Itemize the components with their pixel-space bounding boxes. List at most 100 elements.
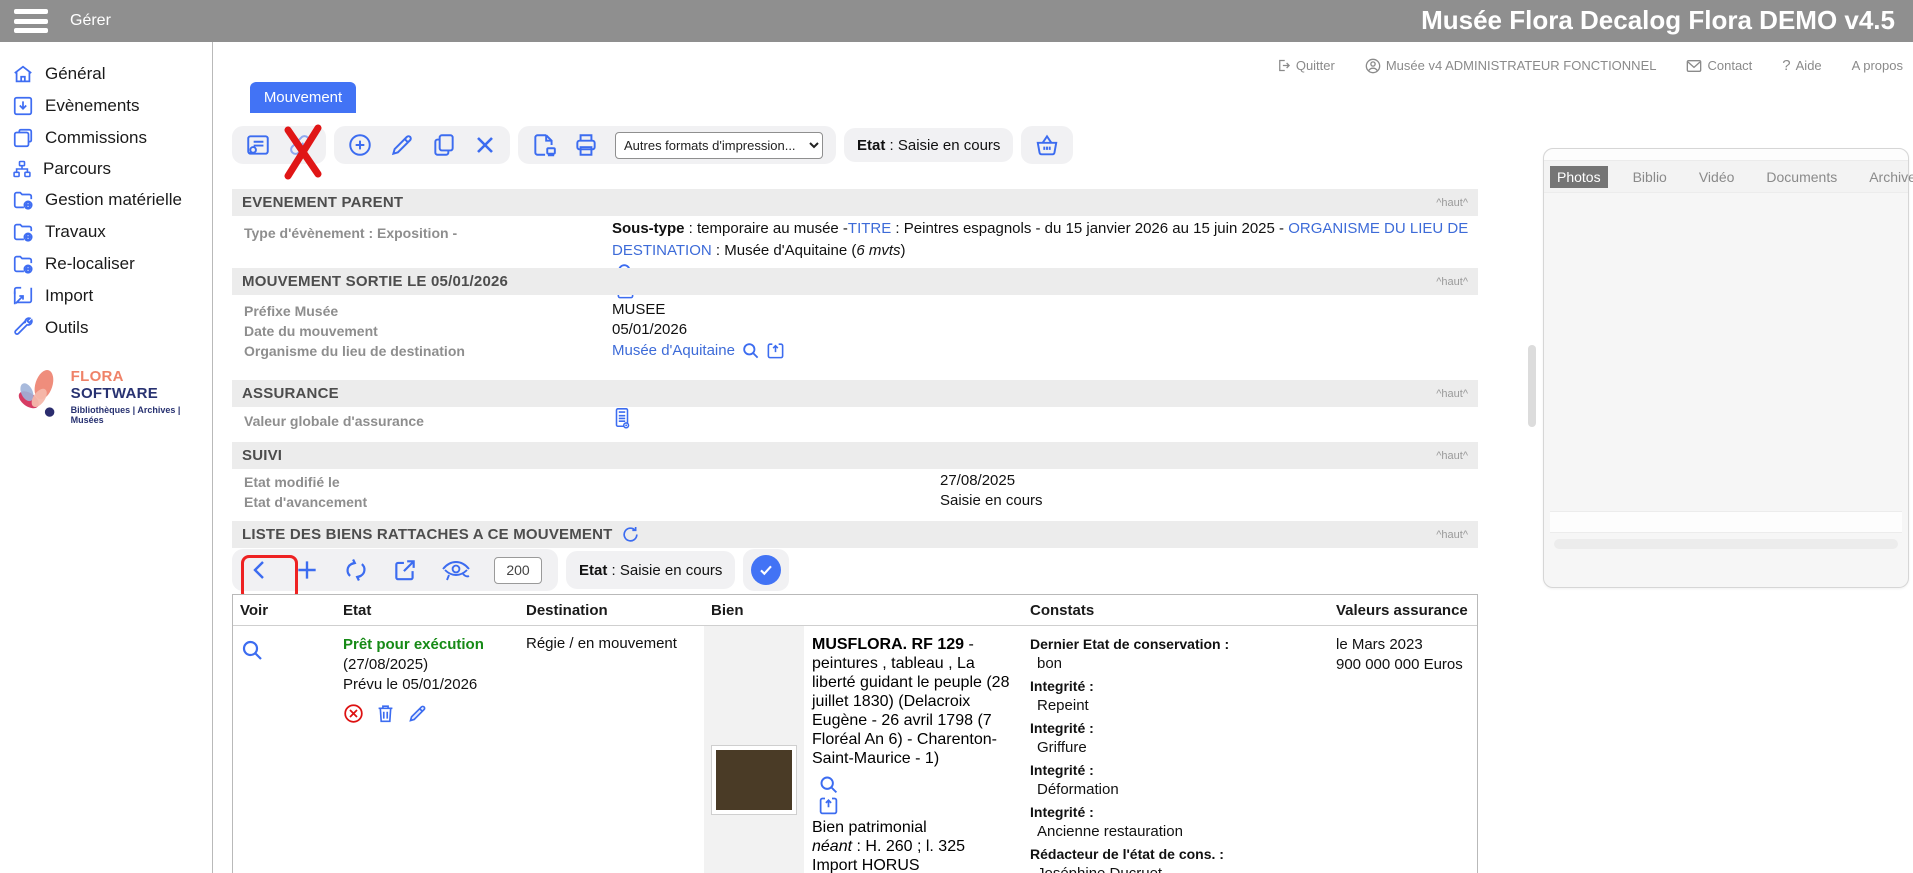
import-icon: [12, 285, 34, 307]
tab-mouvement[interactable]: Mouvement: [250, 82, 356, 113]
sidebar-item-import[interactable]: Import: [0, 280, 212, 312]
musee-aquitaine-link[interactable]: Musée d'Aquitaine: [612, 342, 735, 359]
view-search-icon[interactable]: [240, 638, 264, 662]
sidebar-item-general[interactable]: Général: [0, 58, 212, 90]
table-row: Prêt pour exécution (27/08/2025) Prévu l…: [233, 626, 1477, 873]
date-mouvement-label: Date du mouvement: [244, 323, 378, 339]
folder-globe-icon: [12, 221, 34, 243]
record-toolbar: Autres formats d'impression... Etat : Sa…: [232, 126, 1073, 164]
etat-modifie-label: Etat modifié le: [244, 474, 340, 490]
anchor-haut-link[interactable]: ^haut^: [1436, 450, 1468, 462]
sidebar-item-travaux[interactable]: Travaux: [0, 216, 212, 248]
printer-icon[interactable]: [573, 132, 599, 158]
contact-link[interactable]: Contact: [1686, 58, 1752, 73]
folder-globe-icon: [12, 189, 34, 211]
organisme-destination-label: Organisme du lieu de destination: [244, 343, 465, 359]
media-panel-scrollbar[interactable]: [1554, 539, 1898, 549]
artwork-thumbnail[interactable]: [712, 746, 796, 814]
page-size-input[interactable]: [494, 557, 542, 584]
eye-horus-icon[interactable]: [440, 557, 472, 583]
duplicate-icon[interactable]: [431, 132, 457, 158]
anchor-haut-link[interactable]: ^haut^: [1436, 529, 1468, 541]
edit-pencil-icon[interactable]: [407, 703, 428, 724]
list-etat-chip: Etat : Saisie en cours: [566, 551, 735, 589]
section-mouvement-sortie: MOUVEMENT SORTIE LE 05/01/2026 ^haut^: [232, 268, 1478, 295]
col-bien: Bien: [704, 602, 1023, 619]
tray-down-icon: [12, 95, 34, 117]
refresh-icon[interactable]: [621, 525, 640, 544]
print-document-icon[interactable]: [531, 132, 557, 158]
search-icon[interactable]: [818, 774, 839, 795]
app-title: Musée Flora Decalog Flora DEMO v4.5: [1421, 5, 1895, 36]
tab-archives[interactable]: Archives: [1862, 166, 1913, 188]
tab-documents[interactable]: Documents: [1759, 166, 1844, 188]
anchor-haut-link[interactable]: ^haut^: [1436, 197, 1468, 209]
prefixe-musee-value: MUSEE: [612, 301, 665, 318]
check-icon: [758, 562, 774, 578]
hamburger-menu-icon[interactable]: [14, 9, 48, 33]
section-liste-biens: LISTE DES BIENS RATTACHES A CE MOUVEMENT…: [232, 521, 1478, 548]
search-icon[interactable]: [741, 341, 760, 360]
export-icon[interactable]: [392, 557, 418, 583]
organisme-destination-value: Musée d'Aquitaine: [612, 341, 785, 360]
link-icon[interactable]: [287, 132, 313, 158]
calculator-icon[interactable]: [612, 407, 632, 429]
toolbar-group-edit: [334, 126, 510, 164]
logo-tagline: Bibliothèques | Archives | Musées: [71, 405, 208, 425]
destination-cell: Régie / en mouvement: [519, 626, 704, 873]
media-panel-bottom-bar: [1550, 511, 1902, 533]
section-suivi: SUIVI ^haut^: [232, 442, 1478, 469]
media-tabs: Photos Biblio Vidéo Documents Archives: [1544, 161, 1908, 193]
print-formats-select[interactable]: Autres formats d'impression...: [615, 132, 823, 159]
etat-avancement-value: Saisie en cours: [940, 492, 1043, 509]
anchor-haut-link[interactable]: ^haut^: [1436, 388, 1468, 400]
edit-pencil-icon[interactable]: [389, 132, 415, 158]
add-item-icon[interactable]: [294, 557, 320, 583]
col-valeurs: Valeurs assurance: [1329, 602, 1477, 619]
aide-link[interactable]: ? Aide: [1782, 57, 1821, 74]
tab-biblio[interactable]: Biblio: [1626, 166, 1674, 188]
bien-description: MUSFLORA. RF 129 - peintures , tableau ,…: [804, 626, 1023, 873]
open-record-icon[interactable]: [766, 341, 785, 360]
basket-icon[interactable]: [1034, 132, 1060, 158]
etat-avancement-label: Etat d'avancement: [244, 494, 367, 510]
folder-globe-icon: [12, 253, 34, 275]
toolbar-group-print: Autres formats d'impression...: [518, 126, 836, 164]
apropos-link[interactable]: A propos: [1852, 58, 1903, 73]
toolbar-group-basket: [1021, 126, 1073, 164]
delete-x-icon[interactable]: [473, 133, 497, 157]
col-destination: Destination: [519, 602, 704, 619]
sidebar-item-gestion-materielle[interactable]: Gestion matérielle: [0, 184, 212, 216]
status-badge: Prêt pour exécution: [343, 635, 513, 655]
anchor-haut-link[interactable]: ^haut^: [1436, 276, 1468, 288]
bien-thumb-column: [704, 626, 804, 873]
etat-modifie-value: 27/08/2025: [940, 472, 1015, 489]
open-record-icon[interactable]: [818, 795, 839, 816]
add-icon[interactable]: [347, 132, 373, 158]
bien-cell: MUSFLORA. RF 129 - peintures , tableau ,…: [704, 626, 1023, 873]
col-constats: Constats: [1023, 602, 1329, 619]
tab-photos[interactable]: Photos: [1550, 166, 1608, 188]
flora-petals-icon: [8, 366, 67, 426]
tab-video[interactable]: Vidéo: [1692, 166, 1742, 188]
recycle-icon[interactable]: [342, 556, 370, 584]
validate-check-button[interactable]: [751, 555, 781, 585]
sidebar: Général Evènements Commissions Parcours …: [0, 42, 213, 873]
list-search-icon[interactable]: [245, 132, 271, 158]
topbar-menu-label[interactable]: Gérer: [70, 12, 111, 30]
sidebar-item-parcours[interactable]: Parcours: [0, 154, 212, 184]
sidebar-item-evenements[interactable]: Evènements: [0, 90, 212, 122]
sidebar-item-outils[interactable]: Outils: [0, 312, 212, 344]
panel-splitter-handle[interactable]: [1528, 345, 1536, 427]
col-etat: Etat: [336, 602, 519, 619]
constats-cell: Dernier Etat de conservation : bon Integ…: [1023, 626, 1329, 873]
cancel-circle-icon[interactable]: [343, 703, 364, 724]
col-voir: Voir: [233, 602, 336, 619]
back-chevron-icon[interactable]: [248, 557, 272, 583]
sidebar-item-re-localiser[interactable]: Re-localiser: [0, 248, 212, 280]
trash-icon[interactable]: [376, 703, 395, 724]
list-toolbar-group: [232, 549, 558, 591]
table-header-row: Voir Etat Destination Bien Constats Vale…: [233, 595, 1477, 626]
sidebar-item-commissions[interactable]: Commissions: [0, 122, 212, 154]
titre-link[interactable]: TITRE: [848, 220, 891, 237]
